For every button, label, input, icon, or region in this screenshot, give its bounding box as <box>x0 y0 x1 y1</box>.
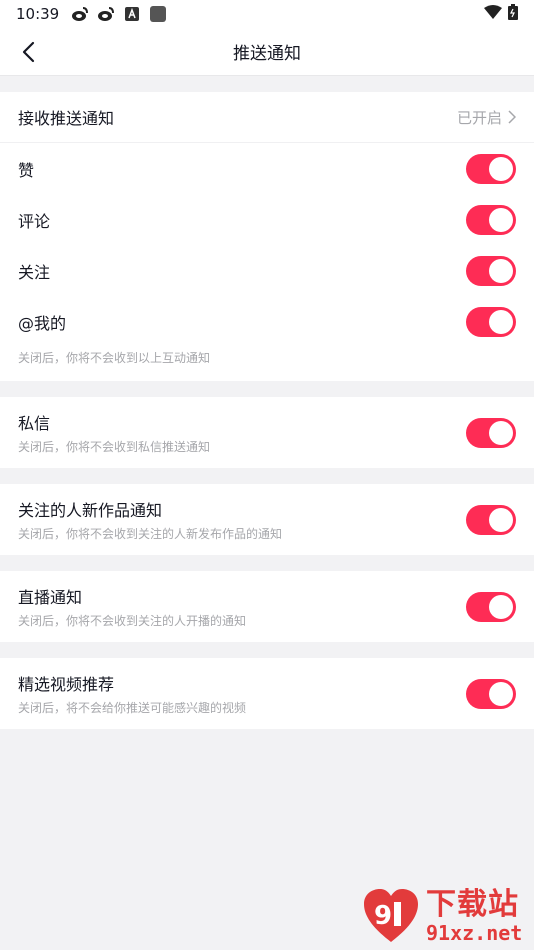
square-notification-icon <box>149 5 167 23</box>
interaction-hint: 关闭后，你将不会收到以上互动通知 <box>18 351 211 365</box>
follow-label: 关注 <box>18 262 51 282</box>
messages-section: 私信 关闭后，你将不会收到私信推送通知 <box>0 397 534 468</box>
toggle-knob <box>489 594 513 619</box>
chevron-right-icon <box>508 110 516 124</box>
back-button[interactable] <box>8 28 48 76</box>
follow-toggle[interactable] <box>466 255 516 286</box>
live-sub: 关闭后，你将不会收到关注的人开播的通知 <box>18 614 247 628</box>
app-notification-icon <box>123 5 141 23</box>
following-works-sub: 关闭后，你将不会收到关注的人新发布作品的通知 <box>18 527 283 541</box>
live-toggle[interactable] <box>466 591 516 622</box>
like-toggle[interactable] <box>466 153 516 184</box>
comment-label: 评论 <box>18 211 51 231</box>
watermark-en: 91xz.net <box>426 921 523 945</box>
toggle-knob <box>489 309 513 334</box>
toggle-knob <box>489 156 513 181</box>
following-works-row: 关注的人新作品通知 关闭后，你将不会收到关注的人新发布作品的通知 <box>0 484 534 555</box>
following-works-section: 关注的人新作品通知 关闭后，你将不会收到关注的人新发布作品的通知 <box>0 484 534 555</box>
messages-row: 私信 关闭后，你将不会收到私信推送通知 <box>0 397 534 468</box>
live-label: 直播通知 <box>18 588 83 607</box>
status-bar: 10:39 <box>0 0 534 28</box>
push-section: 接收推送通知 已开启 赞 评论 关注 @我的 关闭后，你将不会收到以上互动通知 <box>0 92 534 381</box>
status-right <box>484 4 518 24</box>
svg-text:9: 9 <box>374 901 392 931</box>
recommend-toggle[interactable] <box>466 678 516 709</box>
mention-label: @我的 <box>18 313 67 333</box>
watermark-logo-icon: 9 <box>360 886 422 948</box>
toggle-knob <box>489 681 513 706</box>
messages-sub: 关闭后，你将不会收到私信推送通知 <box>18 440 211 454</box>
toggle-knob <box>489 507 513 532</box>
battery-icon <box>508 4 518 24</box>
messages-label: 私信 <box>18 414 51 433</box>
like-row: 赞 <box>0 143 534 194</box>
receive-push-status: 已开启 <box>457 107 516 128</box>
messages-toggle[interactable] <box>466 417 516 448</box>
follow-row: 关注 <box>0 245 534 296</box>
recommend-row: 精选视频推荐 关闭后，将不会给你推送可能感兴趣的视频 <box>0 658 534 729</box>
like-label: 赞 <box>18 160 35 180</box>
page-title: 推送通知 <box>233 44 301 64</box>
mention-row: @我的 <box>0 296 534 347</box>
toggle-knob <box>489 420 513 445</box>
following-works-toggle[interactable] <box>466 504 516 535</box>
toggle-knob <box>489 207 513 232</box>
watermark: 9 下载站 91xz.net <box>360 886 530 948</box>
receive-push-label: 接收推送通知 <box>18 109 115 128</box>
live-section: 直播通知 关闭后，你将不会收到关注的人开播的通知 <box>0 571 534 642</box>
toggle-knob <box>489 258 513 283</box>
receive-push-row[interactable]: 接收推送通知 已开启 <box>0 92 534 143</box>
weibo-icon <box>97 5 115 23</box>
recommend-sub: 关闭后，将不会给你推送可能感兴趣的视频 <box>18 701 247 715</box>
weibo-icon <box>71 5 89 23</box>
wifi-icon <box>484 5 502 23</box>
recommend-label: 精选视频推荐 <box>18 675 115 694</box>
chevron-left-icon <box>22 41 35 63</box>
receive-push-value: 已开启 <box>456 108 502 127</box>
live-row: 直播通知 关闭后，你将不会收到关注的人开播的通知 <box>0 571 534 642</box>
mention-toggle[interactable] <box>466 306 516 337</box>
following-works-label: 关注的人新作品通知 <box>18 501 163 520</box>
nav-bar: 推送通知 <box>0 28 534 76</box>
comment-toggle[interactable] <box>466 204 516 235</box>
watermark-cn: 下载站 <box>426 887 519 922</box>
comment-row: 评论 <box>0 194 534 245</box>
recommend-section: 精选视频推荐 关闭后，将不会给你推送可能感兴趣的视频 <box>0 658 534 729</box>
status-time: 10:39 <box>16 5 60 23</box>
